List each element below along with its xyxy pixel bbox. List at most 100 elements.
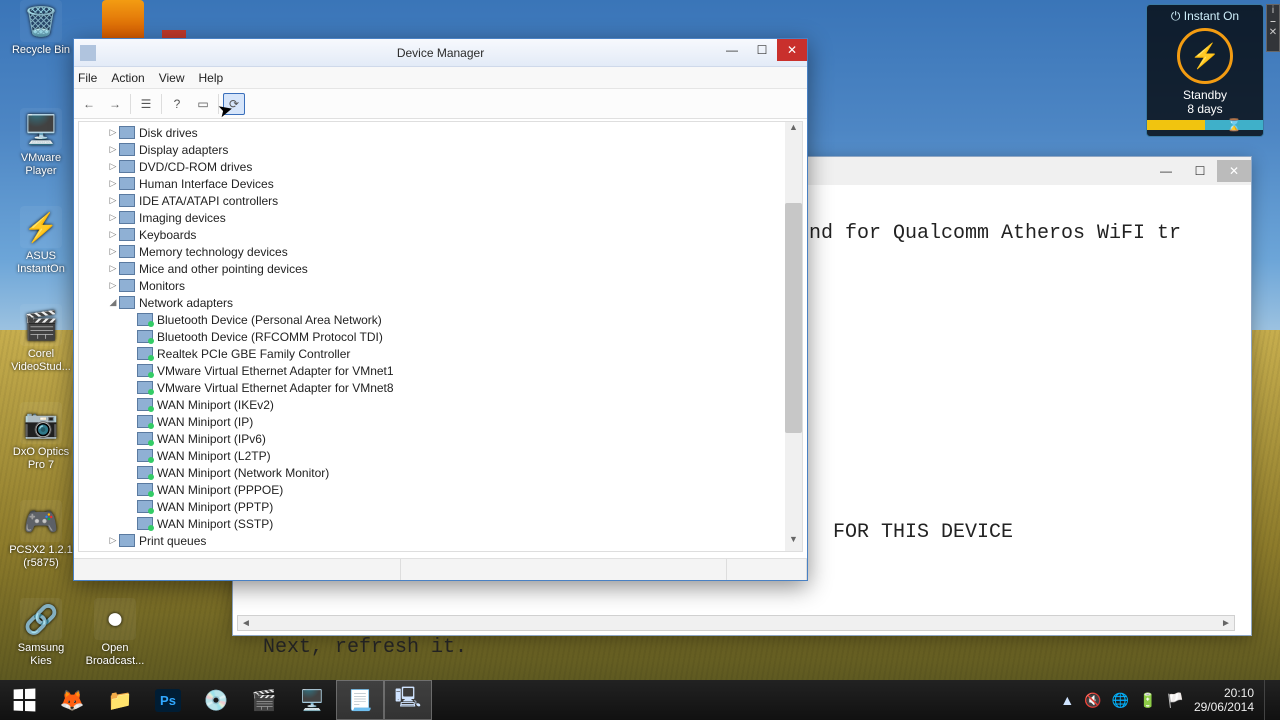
tray-icon[interactable]: 🔇 [1084,692,1101,709]
device-category-icon [119,296,135,309]
tree-node[interactable]: WAN Miniport (IP) [81,413,800,430]
expand-icon[interactable]: ▷ [107,212,119,223]
tree-node[interactable]: WAN Miniport (Network Monitor) [81,464,800,481]
tree-node[interactable]: WAN Miniport (L2TP) [81,447,800,464]
tree-node[interactable]: ▷IDE ATA/ATAPI controllers [81,192,800,209]
expand-icon[interactable]: ▷ [107,535,119,546]
close-button[interactable]: ✕ [1217,160,1251,182]
network-adapter-icon [137,432,153,445]
menu-view[interactable]: View [159,71,185,85]
minimize-button[interactable]: — [1149,160,1183,182]
firefox-icon[interactable]: 🦊 [48,680,96,720]
tree-node[interactable]: WAN Miniport (IPv6) [81,430,800,447]
system-tray[interactable]: ▲ 🔇 🌐 🔋 🏳️ 20:10 29/06/2014 [1060,680,1280,720]
back-icon[interactable]: ← [78,93,100,115]
forward-icon[interactable]: → [104,93,126,115]
tree-node[interactable]: ▷Print queues [81,532,800,549]
media-icon[interactable]: 💿 [192,680,240,720]
expand-icon[interactable]: ▷ [107,178,119,189]
help-icon[interactable]: ? [166,93,188,115]
tree-node[interactable]: Bluetooth Device (RFCOMM Protocol TDI) [81,328,800,345]
expand-icon[interactable]: ▷ [107,144,119,155]
expand-icon[interactable]: ▷ [107,280,119,291]
device-manager-window[interactable]: Device Manager — ☐ ✕ FileActionViewHelp … [73,38,808,581]
tree-node[interactable]: ◢Network adapters [81,294,800,311]
tray-icon[interactable]: 🌐 [1112,692,1129,709]
corel-task-icon[interactable]: 🎬 [240,680,288,720]
menu-help[interactable]: Help [199,71,224,85]
device-category-icon [119,279,135,292]
desktop-icon-pcsx2-1-2-1-r5875-[interactable]: 🎮PCSX2 1.2.1 (r5875) [6,500,76,569]
instant-on-status: Standby [1147,88,1263,102]
tree-node[interactable]: ▷Imaging devices [81,209,800,226]
tree-node[interactable]: WAN Miniport (PPPOE) [81,481,800,498]
tree-node[interactable]: VMware Virtual Ethernet Adapter for VMne… [81,379,800,396]
toolbar[interactable]: ←→☰?▭⟳ [74,89,807,119]
tree-node[interactable]: ▷Monitors [81,277,800,294]
tree-node-label: Bluetooth Device (RFCOMM Protocol TDI) [157,330,383,344]
tree-node[interactable]: ▷Memory technology devices [81,243,800,260]
tray-icon[interactable]: 🏳️ [1167,692,1184,709]
desktop-icon-dxo-optics-pro-7[interactable]: 📷DxO Optics Pro 7 [6,402,76,471]
tray-icon[interactable]: 🔋 [1139,692,1156,709]
explorer-icon[interactable]: 📁 [96,680,144,720]
scroll-down-arrow-icon[interactable]: ▼ [785,534,802,551]
expand-icon[interactable]: ▷ [107,263,119,274]
vmware-task-icon[interactable]: 🖥️ [288,680,336,720]
scroll-right-arrow-icon[interactable]: ► [1218,618,1234,629]
menu-file[interactable]: File [78,71,97,85]
desktop-icon-recycle-bin[interactable]: 🗑️Recycle Bin [6,0,76,57]
tray-icon[interactable]: ▲ [1060,692,1074,709]
expand-icon[interactable]: ▷ [107,246,119,257]
expand-icon[interactable]: ▷ [107,127,119,138]
instant-on-mode-bars[interactable]: ⌛ [1147,120,1263,130]
collapse-icon[interactable]: ◢ [107,297,119,308]
tree-node[interactable]: ▷Keyboards [81,226,800,243]
tree-node[interactable]: ▷Human Interface Devices [81,175,800,192]
start-button[interactable] [0,680,48,720]
scrollbar-thumb[interactable] [785,203,802,433]
expand-icon[interactable]: ▷ [107,195,119,206]
taskbar[interactable]: 🦊📁Ps💿🎬🖥️📃🖳 ▲ 🔇 🌐 🔋 🏳️ 20:10 29/06/2014 [0,680,1280,720]
properties-icon[interactable]: ▭ [192,93,214,115]
scroll-up-arrow-icon[interactable]: ▲ [785,122,802,139]
notepad-horizontal-scrollbar[interactable]: ◄ ► [237,615,1235,631]
menu-action[interactable]: Action [111,71,144,85]
minimize-button[interactable]: — [717,39,747,61]
desktop-icon-samsung-kies[interactable]: 🔗Samsung Kies [6,598,76,667]
device-manager-titlebar[interactable]: Device Manager — ☐ ✕ [74,39,807,67]
tree-node[interactable]: VMware Virtual Ethernet Adapter for VMne… [81,362,800,379]
tree-node[interactable]: Realtek PCIe GBE Family Controller [81,345,800,362]
tree-node[interactable]: ▷DVD/CD-ROM drives [81,158,800,175]
tree-node[interactable]: ▷Mice and other pointing devices [81,260,800,277]
menu-bar[interactable]: File Action View Help [74,67,807,89]
show-desktop-button[interactable] [1264,680,1272,720]
charms-handle[interactable]: i⎯✕ [1266,4,1280,52]
task-icon[interactable]: 📃 [336,680,384,720]
tree-node-label: WAN Miniport (L2TP) [157,449,271,463]
tree-node[interactable]: WAN Miniport (IKEv2) [81,396,800,413]
tree-node[interactable]: WAN Miniport (SSTP) [81,515,800,532]
close-button[interactable]: ✕ [777,39,807,61]
photoshop-icon[interactable]: Ps [144,680,192,720]
desktop-icon-asus-instanton[interactable]: ⚡ASUS InstantOn [6,206,76,275]
show-tree-icon[interactable]: ☰ [135,93,157,115]
instant-on-widget[interactable]: ⏻ Instant On ⚡ Standby 8 days ⌛ [1146,4,1264,137]
device-tree[interactable]: ▷Disk drives▷Display adapters▷DVD/CD-ROM… [78,121,803,552]
tree-node[interactable]: ▷Processors [81,549,800,552]
tree-node[interactable]: ▷Display adapters [81,141,800,158]
tree-node[interactable]: ▷Disk drives [81,124,800,141]
desktop-icon-open-broadcast-[interactable]: ⏺Open Broadcast... [80,598,150,667]
clock[interactable]: 20:10 29/06/2014 [1194,686,1254,715]
devmgr-task-icon[interactable]: 🖳 [384,680,432,720]
maximize-button[interactable]: ☐ [747,39,777,61]
desktop-icon-corel-videostud-[interactable]: 🎬Corel VideoStud... [6,304,76,373]
vertical-scrollbar[interactable]: ▲ ▼ [785,122,802,551]
desktop-icon-vmware-player[interactable]: 🖥️VMware Player [6,108,76,177]
tree-node[interactable]: WAN Miniport (PPTP) [81,498,800,515]
expand-icon[interactable]: ▷ [107,229,119,240]
scroll-left-arrow-icon[interactable]: ◄ [238,618,254,629]
maximize-button[interactable]: ☐ [1183,160,1217,182]
expand-icon[interactable]: ▷ [107,161,119,172]
tree-node[interactable]: Bluetooth Device (Personal Area Network) [81,311,800,328]
